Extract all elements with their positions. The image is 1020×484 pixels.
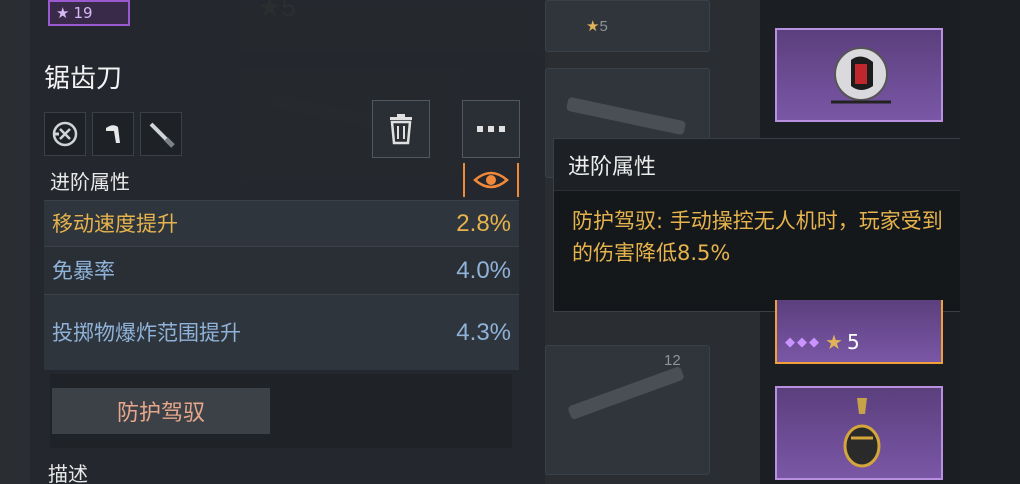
card-stats: ◆◆◆ ★ 5 (785, 330, 860, 354)
grenade-icon (843, 398, 881, 468)
tooltip-title: 进阶属性 (554, 139, 979, 191)
attribute-row: 投掷物爆炸范围提升 4.3% (44, 294, 519, 370)
grip-slot[interactable] (92, 112, 134, 156)
detach-slot[interactable] (44, 112, 86, 156)
helmet-icon (831, 47, 891, 104)
blade-slot[interactable] (140, 112, 182, 156)
attribute-name: 移动速度提升 (52, 211, 178, 236)
star-icon: ★ (56, 4, 70, 22)
section-title: 进阶属性 (50, 169, 130, 194)
item-card[interactable] (775, 28, 943, 122)
character-preview-edge (960, 0, 1020, 484)
eye-icon (473, 171, 509, 189)
attribute-tooltip: 进阶属性 防护驾驭: 手动操控无人机时，玩家受到的伤害降低8.5% (553, 138, 980, 312)
cell-star-label: ★5 (586, 18, 608, 35)
attribute-value: 4.3% (456, 318, 511, 346)
item-card-selected[interactable]: ◆◆◆ ★ 5 (775, 300, 943, 364)
item-card[interactable] (775, 386, 943, 480)
inventory-cell[interactable]: 12 (545, 345, 710, 475)
attribute-value: 2.8% (456, 209, 511, 237)
more-icon (477, 126, 505, 132)
discard-button[interactable] (372, 100, 430, 158)
attribute-value: 4.0% (456, 256, 511, 284)
description-label: 描述 (48, 462, 88, 484)
more-options-button[interactable] (462, 100, 520, 158)
attribute-name: 投掷物爆炸范围提升 (52, 320, 241, 345)
rating-badge: ★ 19 (48, 0, 130, 26)
inventory-cell[interactable]: ★5 (545, 0, 710, 52)
grip-icon (106, 125, 120, 143)
detach-icon (52, 121, 78, 147)
advanced-attributes-header: 进阶属性 (44, 162, 519, 198)
attachment-slots (44, 112, 182, 156)
attribute-name: 免暴率 (52, 258, 115, 283)
upgrade-pips: ◆◆◆ (785, 334, 821, 350)
item-detail-panel: ★ 19 锯齿刀 进阶属性 移动速度提升 2.8% 免暴率 4.0% 投掷物爆炸… (30, 0, 545, 484)
blade-icon (149, 122, 175, 148)
cell-count-label: 12 (664, 352, 681, 369)
item-title: 锯齿刀 (44, 64, 123, 94)
rating-value: 19 (73, 4, 93, 22)
star-icon: ★ (825, 330, 843, 354)
attribute-info-toggle[interactable] (463, 163, 519, 197)
perk-button[interactable]: 防护驾驭 (52, 388, 270, 434)
card-star-count: 5 (846, 330, 860, 354)
tooltip-body: 防护驾驭: 手动操控无人机时，玩家受到的伤害降低8.5% (572, 209, 943, 265)
attribute-row: 移动速度提升 2.8% (44, 200, 519, 246)
attribute-row: 免暴率 4.0% (44, 246, 519, 294)
trash-icon (390, 114, 412, 145)
